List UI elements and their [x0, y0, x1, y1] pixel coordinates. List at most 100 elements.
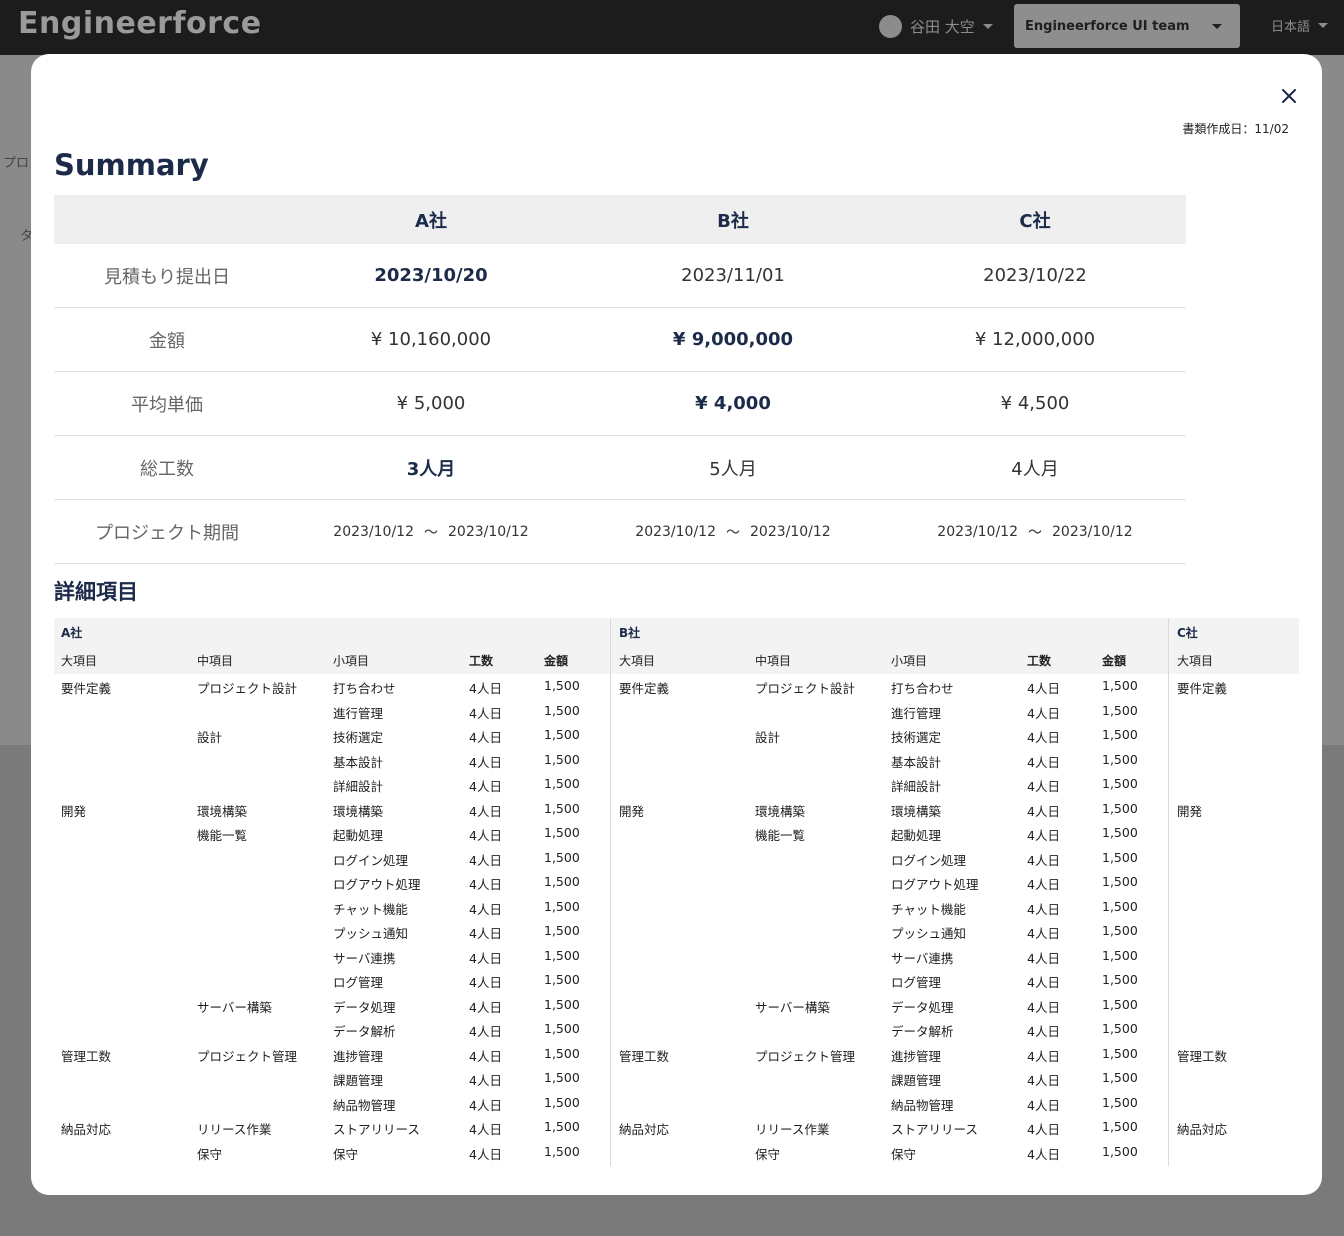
detail-cell: 4人日 — [1027, 828, 1060, 843]
detail-cell: 4人日 — [1027, 877, 1060, 892]
summary-row-label: 金額 — [149, 330, 185, 352]
detail-cell: データ処理 — [333, 999, 396, 1015]
app-bar: Engineerforce 谷田 大空 Engineerforce UI tea… — [0, 0, 1344, 55]
detail-cell: 4人日 — [469, 1048, 502, 1064]
detail-column-header: 工数 — [469, 654, 494, 668]
summary-cell-period: 2023/10/12 〜 2023/10/12 — [280, 500, 582, 563]
detail-cell: 1,500 — [1102, 1045, 1138, 1061]
detail-cell: 1,500 — [544, 1094, 580, 1110]
app-logo[interactable]: Engineerforce — [18, 6, 262, 41]
detail-column-header: 大項目 — [61, 654, 98, 668]
detail-cell: チャット機能 — [891, 901, 966, 917]
detail-cell: ストアリリース — [891, 1122, 978, 1137]
summary-row-label: 見積もり提出日 — [104, 266, 230, 288]
period-end: 2023/10/12 — [448, 523, 529, 540]
detail-cell: 課題管理 — [333, 1073, 384, 1088]
chevron-down-icon — [982, 23, 993, 29]
detail-cell: 進行管理 — [891, 705, 942, 721]
detail-cell: 進捗管理 — [333, 1048, 384, 1064]
detail-cell: 詳細設計 — [891, 779, 942, 794]
detail-cell: 1,500 — [1102, 800, 1138, 816]
detail-cell: 1,500 — [544, 849, 580, 865]
detail-column-header: 金額 — [1102, 654, 1127, 668]
period-end: 2023/10/12 — [750, 523, 831, 540]
detail-cell: 4人日 — [1027, 754, 1060, 770]
detail-cell: 1,500 — [1102, 702, 1138, 718]
summary-cell: ¥ 12,000,000 — [974, 329, 1096, 350]
detail-cell: 1,500 — [544, 776, 580, 791]
summary-cell: 2023/11/01 — [681, 265, 785, 286]
column-divider — [1168, 618, 1169, 1166]
detail-cell: データ処理 — [891, 999, 954, 1015]
detail-cell: 要件定義 — [61, 681, 112, 696]
detail-cell: 4人日 — [469, 681, 502, 696]
detail-cell: 保守 — [755, 1146, 781, 1162]
detail-cell: 1,500 — [544, 727, 580, 742]
detail-column-header: 金額 — [544, 654, 569, 668]
detail-cell: プロジェクト管理 — [755, 1048, 856, 1064]
detail-cell: 1,500 — [544, 972, 580, 987]
detail-cell: 1,500 — [544, 923, 580, 938]
detail-cell: 4人日 — [469, 1073, 502, 1088]
detail-cell: 納品対応 — [1177, 1122, 1228, 1137]
team-select[interactable]: Engineerforce UI team — [1014, 4, 1240, 48]
language-select[interactable]: 日本語 — [1271, 16, 1329, 35]
avatar — [879, 14, 902, 38]
detail-cell: プロジェクト設計 — [197, 681, 298, 696]
summary-cell-period: 2023/10/12 〜 2023/10/12 — [884, 500, 1186, 563]
detail-cell: 4人日 — [469, 705, 502, 721]
detail-cell: 技術選定 — [333, 730, 384, 745]
detail-cell: データ解析 — [333, 1024, 396, 1039]
detail-column-header: 大項目 — [1177, 654, 1214, 668]
summary-cell: 2023/10/22 — [983, 265, 1087, 286]
summary-cell: 2023/10/20 — [374, 265, 488, 286]
detail-cell: リリース作業 — [197, 1122, 272, 1137]
detail-cell: 4人日 — [1027, 681, 1060, 696]
detail-cell: サーバー構築 — [755, 999, 830, 1015]
detail-cell: 打ち合わせ — [333, 681, 396, 696]
column-divider — [610, 618, 611, 1166]
detail-column-header: 大項目 — [619, 654, 656, 668]
detail-cell: 納品対応 — [61, 1122, 112, 1137]
user-menu[interactable]: 谷田 大空 — [879, 14, 993, 38]
detail-company-label: B社 — [619, 626, 641, 640]
detail-cell: プロジェクト管理 — [197, 1048, 298, 1064]
detail-cell: 要件定義 — [1177, 681, 1228, 696]
detail-cell: 1,500 — [544, 1021, 580, 1036]
detail-cell: 4人日 — [469, 803, 502, 819]
close-icon[interactable] — [1277, 84, 1301, 108]
detail-cell: 4人日 — [469, 877, 502, 892]
detail-cell: 4人日 — [1027, 975, 1060, 990]
detail-cell: 4人日 — [1027, 926, 1060, 941]
detail-cell: サーバー構築 — [197, 999, 272, 1015]
detail-cell: 詳細設計 — [333, 779, 384, 794]
detail-cell: 1,500 — [544, 751, 580, 767]
detail-cell: チャット機能 — [333, 901, 408, 917]
detail-cell: 4人日 — [469, 852, 502, 868]
detail-cell: プッシュ通知 — [891, 926, 967, 941]
detail-cell: 保守 — [891, 1146, 917, 1162]
detail-cell: ログイン処理 — [891, 852, 967, 868]
summary-row-submission-date: 見積もり提出日 2023/10/20 2023/11/01 2023/10/22 — [54, 244, 1186, 308]
detail-cell: 基本設計 — [891, 754, 942, 770]
detail-cell: 4人日 — [1027, 1122, 1060, 1137]
detail-cell: 4人日 — [1027, 1048, 1060, 1064]
detail-cell: 基本設計 — [333, 754, 384, 770]
detail-cell: 環境構築 — [891, 803, 942, 819]
detail-cell: ログアウト処理 — [891, 877, 979, 892]
detail-cell: 1,500 — [544, 996, 580, 1012]
summary-row-label: プロジェクト期間 — [95, 522, 239, 544]
detail-cell: 1,500 — [1102, 1070, 1138, 1085]
detail-cell: 4人日 — [469, 926, 502, 941]
detail-cell: 環境構築 — [197, 803, 248, 819]
summary-cell: 4人月 — [1011, 458, 1059, 480]
detail-cell: 管理工数 — [619, 1048, 670, 1064]
summary-row-effort: 総工数 3人月 5人月 4人月 — [54, 436, 1186, 500]
detail-cell: 1,500 — [1102, 1143, 1138, 1159]
detail-cell: 4人日 — [469, 754, 502, 770]
summary-cell: ¥ 10,160,000 — [370, 329, 492, 350]
detail-cell: 1,500 — [1102, 972, 1138, 987]
detail-cell: 機能一覧 — [755, 828, 806, 843]
summary-cell: ¥ 9,000,000 — [672, 329, 794, 350]
detail-cell: 1,500 — [544, 800, 580, 816]
